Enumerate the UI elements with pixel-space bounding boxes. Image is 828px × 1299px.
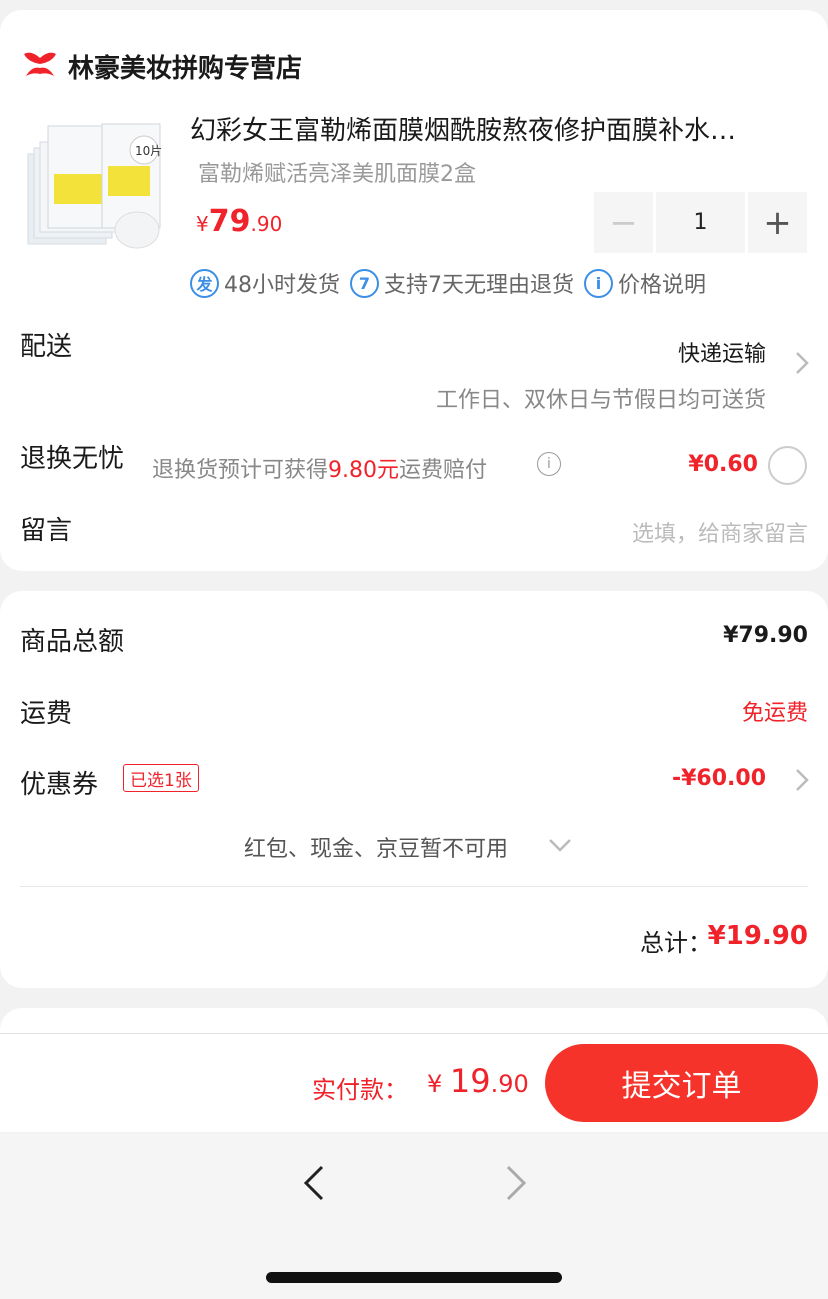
tag-price-info[interactable]: i 价格说明 <box>584 267 706 299</box>
return-desc-suffix: 运费赔付 <box>399 458 488 483</box>
pay-label: 实付款： <box>312 1076 408 1104</box>
tag-shipping[interactable]: 发 48小时发货 <box>190 267 340 299</box>
tag-label: 支持7天无理由退货 <box>384 273 574 298</box>
pay-symbol: ¥ <box>427 1070 450 1098</box>
divider <box>20 886 808 887</box>
goods-total-value: ¥79.90 <box>723 623 808 648</box>
quantity-stepper: − 1 + <box>594 192 808 253</box>
unavailable-payment-text[interactable]: 红包、现金、京豆暂不可用 <box>244 831 508 863</box>
goods-total-label: 商品总额 <box>20 627 125 657</box>
shipping-value: 免运费 <box>741 701 808 726</box>
quantity-plus-button[interactable]: + <box>748 192 807 253</box>
total-value: ¥19.90 <box>707 921 808 951</box>
order-item-card: 林豪美妆拼购专营店 10片 幻彩女王富勒烯面膜烟酰胺熬夜修护面膜补水… 富勒烯赋… <box>0 10 828 571</box>
total-label: 总计： <box>640 929 712 957</box>
info-icon: i <box>584 268 613 298</box>
quantity-minus-button[interactable]: − <box>594 192 653 253</box>
message-label: 留言 <box>20 516 73 546</box>
seven-day-return-icon: 7 <box>350 268 379 298</box>
chevron-down-icon[interactable] <box>548 837 572 853</box>
price-integer: 79 <box>208 204 251 239</box>
order-summary-card: 商品总额 ¥79.90 运费 免运费 优惠券 已选1张 -¥60.00 红包、现… <box>0 591 828 988</box>
return-desc-amount: 9.80元 <box>328 458 400 483</box>
coupon-badge: 已选1张 <box>123 764 199 792</box>
delivery-method[interactable]: 快递运输 <box>678 336 766 368</box>
pay-decimal: .90 <box>490 1070 529 1098</box>
return-insurance-radio[interactable] <box>768 446 807 485</box>
back-icon[interactable] <box>300 1163 328 1203</box>
price-symbol: ¥ <box>196 212 209 236</box>
shipping-icon: 发 <box>190 268 219 298</box>
return-desc-prefix: 退换货预计可获得 <box>152 458 329 483</box>
chevron-right-icon[interactable] <box>794 768 810 792</box>
coupon-value[interactable]: -¥60.00 <box>672 766 766 791</box>
product-image-badge: 10片 <box>135 144 162 158</box>
message-input[interactable] <box>488 522 808 547</box>
browser-nav-bar <box>0 1133 828 1299</box>
info-icon[interactable]: i <box>537 452 561 476</box>
return-insurance-label: 退换无忧 <box>20 444 125 474</box>
forward-icon[interactable] <box>502 1163 530 1203</box>
return-insurance-price: ¥0.60 <box>688 452 758 477</box>
product-title[interactable]: 幻彩女王富勒烯面膜烟酰胺熬夜修护面膜补水… <box>190 110 808 147</box>
delivery-note: 工作日、双休日与节假日均可送货 <box>435 388 766 413</box>
home-indicator[interactable] <box>266 1272 562 1283</box>
tag-label: 价格说明 <box>618 273 707 298</box>
product-image[interactable]: 10片 <box>22 110 172 252</box>
price-decimal: .90 <box>250 212 283 236</box>
product-price: ¥79.90 <box>196 204 282 239</box>
tag-label: 48小时发货 <box>224 273 340 298</box>
store-name[interactable]: 林豪美妆拼购专营店 <box>68 48 302 85</box>
shipping-label: 运费 <box>20 699 73 729</box>
store-logo-icon <box>24 52 56 76</box>
checkout-bar: 实付款： ¥ 19.90 提交订单 <box>0 1033 828 1132</box>
pay-amount: ¥ 19.90 <box>427 1062 529 1100</box>
product-spec[interactable]: 富勒烯赋活亮泽美肌面膜2盒 <box>198 156 476 188</box>
coupon-label: 优惠券 <box>20 770 99 800</box>
delivery-label: 配送 <box>20 332 73 362</box>
submit-order-button[interactable]: 提交订单 <box>545 1044 818 1122</box>
tag-return[interactable]: 7 支持7天无理由退货 <box>350 267 574 299</box>
quantity-value[interactable]: 1 <box>656 192 745 253</box>
service-tags: 发 48小时发货 7 支持7天无理由退货 i 价格说明 <box>190 267 716 299</box>
return-insurance-desc: 退换货预计可获得9.80元运费赔付 <box>152 452 487 484</box>
pay-integer: 19 <box>449 1062 491 1100</box>
chevron-right-icon[interactable] <box>794 351 810 375</box>
